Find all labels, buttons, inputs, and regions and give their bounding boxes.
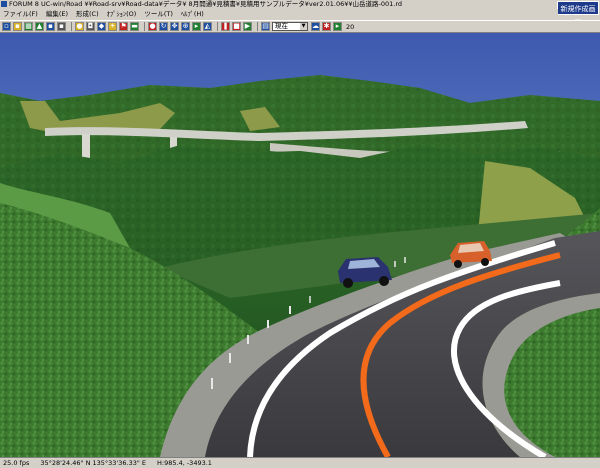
light-icon[interactable]: ☀ (108, 22, 117, 31)
pause-icon[interactable]: ❚ (221, 22, 230, 31)
menu-item[interactable]: ファイル(F) (3, 9, 38, 20)
play-icon[interactable]: ▶ (243, 22, 252, 31)
road-plan-icon[interactable]: ▦ (24, 22, 33, 31)
new-file-icon[interactable]: ▫ (2, 22, 11, 31)
time-select[interactable]: 現在 ▼ (272, 22, 308, 31)
view-icon[interactable]: ▤ (261, 22, 270, 31)
app-icon (1, 1, 7, 7)
menu-item[interactable]: 編集(E) (46, 9, 68, 20)
zoom-icon[interactable]: ⊕ (181, 22, 190, 31)
time-select-value: 現在 (275, 22, 288, 30)
status-bar: 25.0 fps 35°28'24.46" N 135°33'36.33" E … (0, 457, 600, 468)
move-icon[interactable]: ✥ (170, 22, 179, 31)
record-icon[interactable]: ■ (232, 22, 241, 31)
toolbar-separator (144, 22, 145, 31)
terrain-icon[interactable]: ▲ (35, 22, 44, 31)
stop-icon[interactable]: ● (148, 22, 157, 31)
new-screen-button[interactable]: 新規作成画面 (557, 1, 599, 27)
open-file-icon[interactable]: ▪ (13, 22, 22, 31)
3d-viewport[interactable] (0, 33, 600, 457)
toolbar-separator (217, 22, 218, 31)
print-icon[interactable]: ▪ (57, 22, 66, 31)
toolbar: ▫ ▪ ▦ ▲ ▪ ▪ ● ◘ ◆ ☀ ⚑ ▬ ● ↻ ✥ ⊕ ▸ ◭ ❚ ■ ▶ ▤ 現在 ▼ ☁ ✱ ▸ 20 (0, 20, 600, 33)
chevron-down-icon[interactable]: ▼ (300, 23, 307, 30)
fly-icon[interactable]: ◭ (203, 22, 212, 31)
flag-icon[interactable]: ⚑ (119, 22, 128, 31)
window-title: FORUM 8 UC-win/Road ¥¥Road-srv¥Road-data… (9, 0, 403, 8)
menu-item[interactable]: 形成(C) (76, 9, 99, 20)
settings-icon[interactable]: ✱ (322, 22, 331, 31)
toolbar-separator (71, 22, 72, 31)
fps-readout: 25.0 fps (3, 459, 30, 467)
scene-canvas[interactable] (0, 33, 600, 457)
camera-icon[interactable]: ◘ (86, 22, 95, 31)
speed-icon[interactable]: ▸ (333, 22, 342, 31)
coordinate-readout: H:985.4, -3493.1 (157, 459, 212, 467)
title-bar: FORUM 8 UC-win/Road ¥¥Road-srv¥Road-data… (0, 0, 600, 9)
model-icon[interactable]: ● (75, 22, 84, 31)
toolbar-separator (257, 22, 258, 31)
weather-icon[interactable]: ☁ (311, 22, 320, 31)
save-icon[interactable]: ▪ (46, 22, 55, 31)
speed-value: 20 (346, 22, 355, 31)
walk-icon[interactable]: ▸ (192, 22, 201, 31)
latlon-readout: 35°28'24.46" N 135°33'36.33" E (40, 459, 147, 467)
car-icon[interactable]: ▬ (130, 22, 139, 31)
menu-bar: ファイル(F) 編集(E) 形成(C) ｵﾌﾟｼｮﾝ(O) ツール(T) ﾍﾙﾌﾟ(H) (0, 9, 558, 20)
menu-item[interactable]: ﾍﾙﾌﾟ(H) (181, 9, 204, 20)
rotate-icon[interactable]: ↻ (159, 22, 168, 31)
render-icon[interactable]: ◆ (97, 22, 106, 31)
menu-item[interactable]: ツール(T) (144, 9, 173, 20)
menu-item[interactable]: ｵﾌﾟｼｮﾝ(O) (107, 9, 137, 20)
